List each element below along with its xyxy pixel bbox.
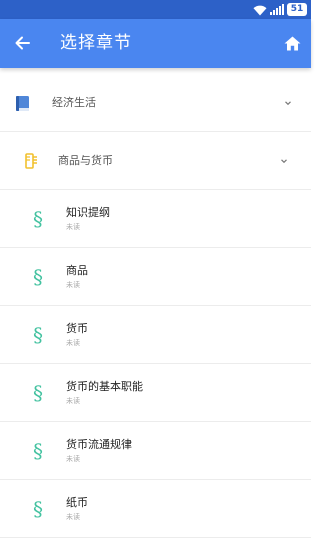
- unit-label: 商品与货币: [58, 154, 113, 167]
- back-button[interactable]: [10, 31, 34, 55]
- chevron-down-icon: [285, 101, 291, 106]
- section-item[interactable]: § 商品 未读: [0, 248, 311, 306]
- wifi-icon: [253, 5, 267, 15]
- section-title: 货币的基本职能: [66, 380, 143, 393]
- status-icons: 51: [253, 2, 307, 17]
- book-row[interactable]: 经济生活: [0, 74, 311, 132]
- section-item[interactable]: § 货币的基本职能 未读: [0, 364, 311, 422]
- section-title: 知识提纲: [66, 206, 110, 219]
- section-title: 商品: [66, 264, 88, 277]
- section-sign-icon: §: [33, 439, 43, 463]
- section-sign-icon: §: [33, 381, 43, 405]
- chevron-down-icon: [281, 159, 287, 164]
- section-item[interactable]: § 货币 未读: [0, 306, 311, 364]
- home-icon: [284, 36, 300, 50]
- signal-icon: [270, 4, 284, 15]
- section-title: 货币流通规律: [66, 438, 132, 451]
- section-item[interactable]: § 知识提纲 未读: [0, 190, 311, 248]
- section-title: 纸币: [66, 496, 88, 509]
- section-status: 未读: [66, 455, 80, 463]
- chapter-list: 经济生活 商品与货币 § 知识提纲 未读 § 商品 未读 § 货币 未读 § 货…: [0, 74, 311, 538]
- section-sign-icon: §: [33, 265, 43, 289]
- pen-icon: [25, 153, 37, 169]
- status-bar: 51: [0, 0, 311, 19]
- home-button[interactable]: [280, 31, 304, 55]
- page-title: 选择章节: [60, 33, 132, 53]
- section-status: 未读: [66, 281, 80, 289]
- section-item[interactable]: § 纸币 未读: [0, 480, 311, 538]
- section-sign-icon: §: [33, 497, 43, 521]
- section-status: 未读: [66, 339, 80, 347]
- section-status: 未读: [66, 397, 80, 405]
- book-label: 经济生活: [52, 96, 96, 109]
- back-arrow-icon: [15, 36, 30, 50]
- book-icon: [16, 96, 29, 111]
- app-bar: 选择章节: [0, 19, 311, 68]
- section-item[interactable]: § 货币流通规律 未读: [0, 422, 311, 480]
- unit-row[interactable]: 商品与货币: [0, 132, 311, 190]
- section-status: 未读: [66, 513, 80, 521]
- section-title: 货币: [66, 322, 88, 335]
- section-sign-icon: §: [33, 207, 43, 231]
- section-status: 未读: [66, 223, 80, 231]
- section-sign-icon: §: [33, 323, 43, 347]
- battery-icon: 51: [287, 3, 307, 16]
